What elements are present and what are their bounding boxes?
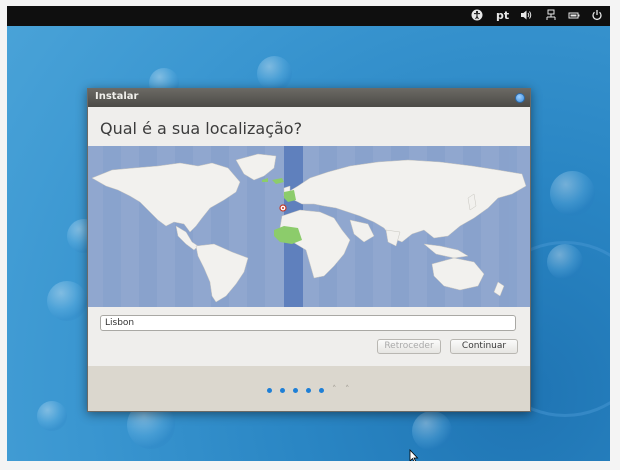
installer-window: Instalar Qual é a sua localização? Lisbo… xyxy=(87,88,531,412)
battery-icon[interactable] xyxy=(568,9,580,23)
volume-icon[interactable] xyxy=(520,9,532,23)
progress-footer: ˄ ˄ xyxy=(88,366,530,411)
timezone-map[interactable] xyxy=(88,146,530,307)
progress-dot-complete xyxy=(280,388,285,393)
progress-dot-complete xyxy=(306,388,311,393)
close-icon[interactable] xyxy=(515,93,525,103)
progress-dot-complete xyxy=(267,388,272,393)
accessibility-icon[interactable] xyxy=(471,9,483,23)
background-bubble xyxy=(37,401,67,431)
background-bubble xyxy=(412,411,452,451)
continue-button[interactable]: Continuar xyxy=(450,339,518,354)
location-input[interactable]: Lisbon xyxy=(100,315,516,331)
location-pin-icon xyxy=(279,204,287,212)
network-icon[interactable] xyxy=(546,9,556,23)
progress-dot-pending: ˄ xyxy=(332,385,337,395)
keyboard-layout-indicator[interactable]: pt xyxy=(496,9,509,23)
window-titlebar[interactable]: Instalar xyxy=(88,89,530,107)
window-title: Instalar xyxy=(95,91,139,102)
desktop: pt Instalar Qual é a sua localização? Li… xyxy=(7,6,610,461)
background-bubble xyxy=(47,281,87,321)
progress-dot-pending: ˄ xyxy=(345,385,350,395)
progress-dot-complete xyxy=(319,388,324,393)
background-bubble xyxy=(257,56,292,91)
mouse-cursor-icon xyxy=(409,449,419,461)
progress-dot-complete xyxy=(293,388,298,393)
back-button[interactable]: Retroceder xyxy=(377,339,441,354)
power-icon[interactable] xyxy=(591,9,603,23)
page-title: Qual é a sua localização? xyxy=(100,119,303,138)
top-panel: pt xyxy=(7,6,610,26)
background-bubble xyxy=(550,171,595,216)
